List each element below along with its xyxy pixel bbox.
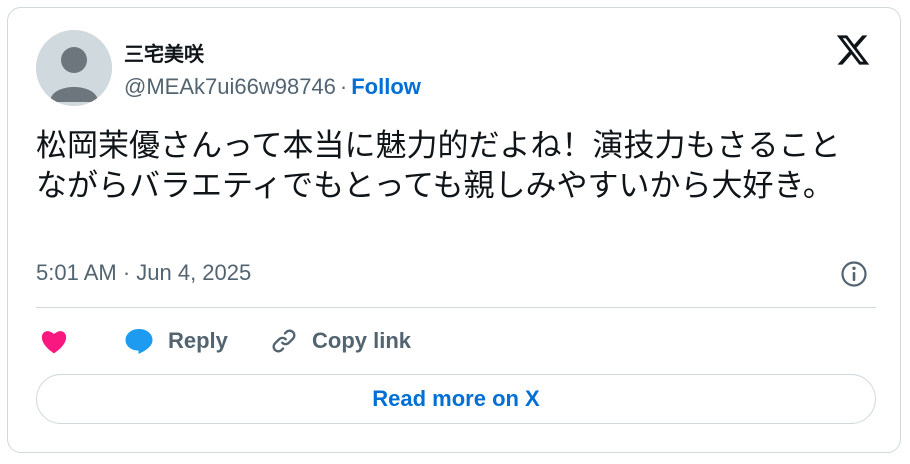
avatar[interactable] <box>36 30 112 106</box>
tweet-card: 三宅美咲 @MEAk7ui66w98746 · Follow 松岡茉優さんって本当に… <box>7 7 901 453</box>
copy-link-button[interactable]: Copy link <box>270 326 411 356</box>
copy-link-label: Copy link <box>312 328 412 353</box>
reply-button[interactable]: Reply <box>124 326 228 356</box>
tweet-timestamp[interactable]: 5:01 AM · Jun 4, 2025 <box>36 260 251 286</box>
author-handle[interactable]: @MEAk7ui66w98746 <box>124 74 336 99</box>
like-button[interactable] <box>40 326 82 356</box>
heart-icon <box>41 331 67 354</box>
default-avatar-icon <box>36 30 112 106</box>
handle-separator: · <box>339 74 348 99</box>
author-display-name[interactable]: 三宅美咲 <box>124 38 204 67</box>
read-more-button[interactable]: Read more on X <box>36 374 876 424</box>
reply-label: Reply <box>168 328 228 353</box>
divider <box>36 307 876 308</box>
author-handle-row: @MEAk7ui66w98746 · Follow <box>124 74 421 100</box>
speech-bubble-icon <box>125 329 153 354</box>
x-logo-icon[interactable] <box>834 32 872 68</box>
read-more-label: Read more on X <box>372 386 540 411</box>
follow-button[interactable]: Follow <box>351 74 421 99</box>
link-icon <box>272 329 296 353</box>
info-icon[interactable] <box>840 260 868 288</box>
tweet-text: 松岡茉優さんって本当に魅力的だよね！演技力もさることながらバラエティでもとっても… <box>36 128 841 204</box>
